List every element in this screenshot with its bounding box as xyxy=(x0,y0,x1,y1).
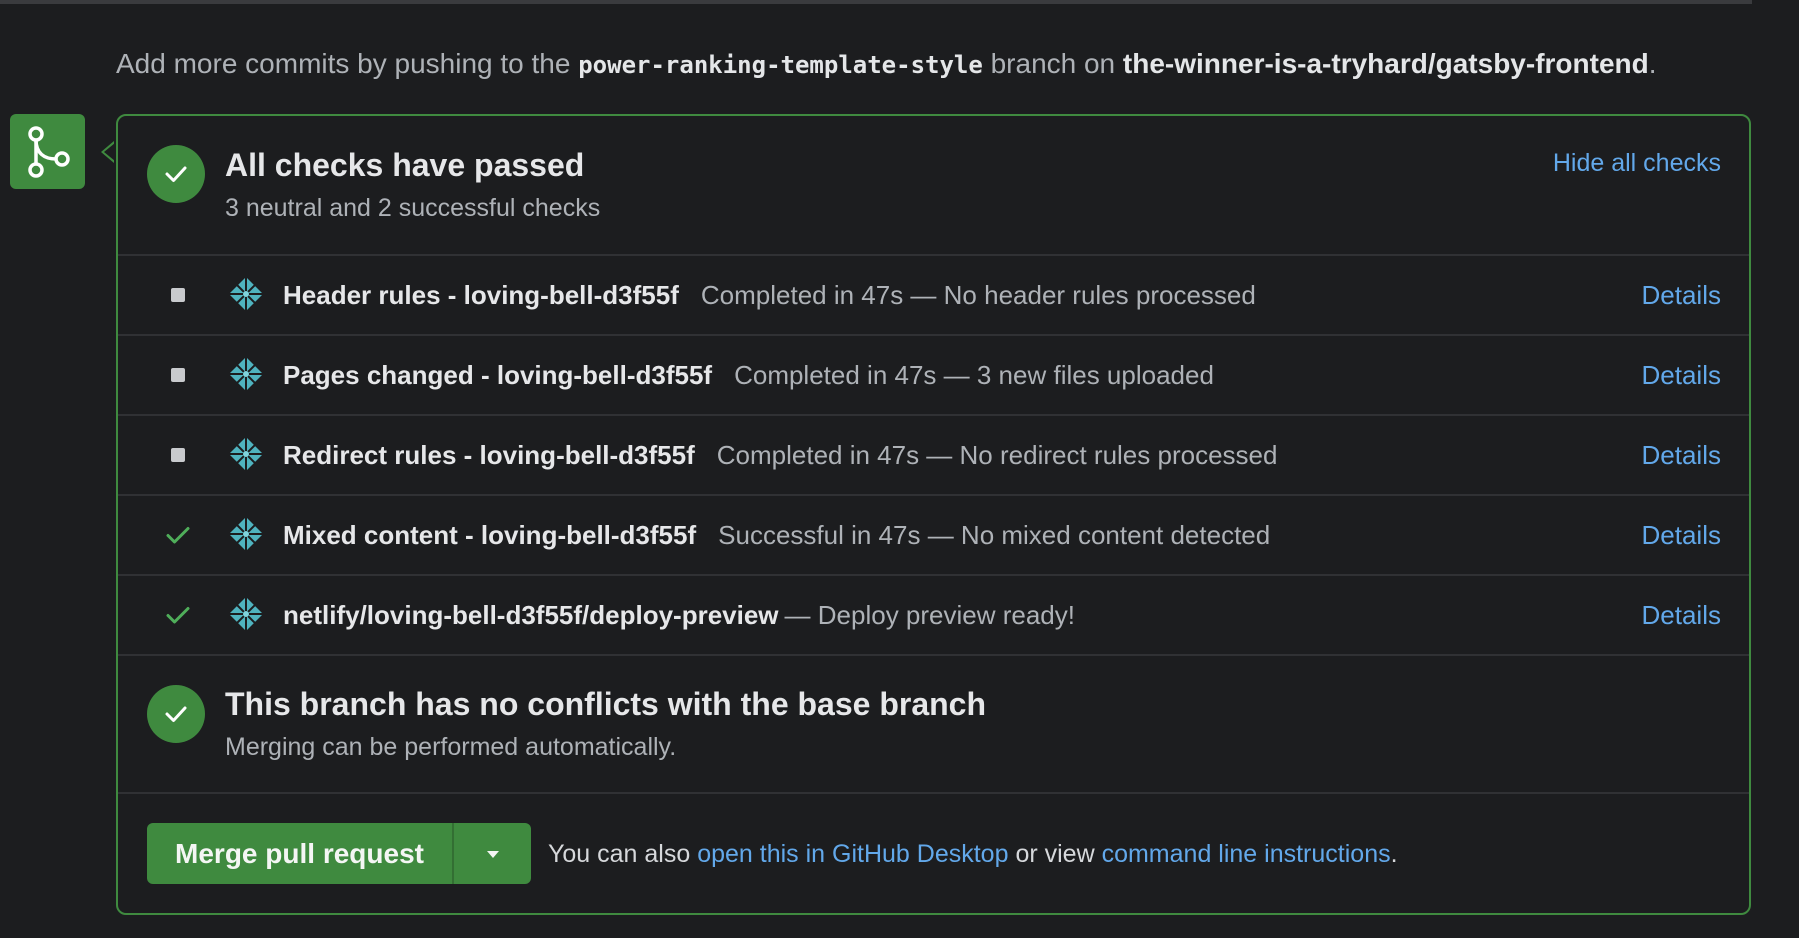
check-description: Successful in 47s — No mixed content det… xyxy=(718,520,1271,550)
checks-summary-subtitle: 3 neutral and 2 successful checks xyxy=(225,194,601,222)
details-link[interactable]: Details xyxy=(1642,597,1721,633)
check-row: Pages changed - loving-bell-d3f55f Comple… xyxy=(118,336,1749,414)
check-icon xyxy=(164,521,192,549)
top-divider xyxy=(0,0,1752,4)
details-link[interactable]: Details xyxy=(1642,357,1721,393)
square-neutral-icon xyxy=(164,361,192,389)
git-merge-icon xyxy=(10,114,85,189)
conflicts-status: This branch has no conflicts with the ba… xyxy=(118,656,1749,792)
intro-suffix: . xyxy=(1648,48,1657,79)
check-name: netlify/loving-bell-d3f55f/deploy-previe… xyxy=(283,600,779,630)
merge-button-group: Merge pull request xyxy=(147,823,531,884)
check-icon xyxy=(164,601,192,629)
command-line-instructions-link[interactable]: command line instructions xyxy=(1102,840,1391,868)
merge-options-dropdown[interactable] xyxy=(454,823,531,884)
check-circle-icon xyxy=(147,685,205,743)
push-commits-hint: Add more commits by pushing to the power… xyxy=(116,44,1657,85)
square-neutral-icon xyxy=(164,281,192,309)
merge-status-panel: All checks have passed 3 neutral and 2 s… xyxy=(116,114,1751,915)
check-name: Pages changed - loving-bell-d3f55f xyxy=(283,360,713,390)
netlify-logo-icon xyxy=(229,357,263,391)
check-description: Completed in 47s — 3 new files uploaded xyxy=(734,360,1214,390)
merge-actions: Merge pull request You can also open thi… xyxy=(118,794,1749,913)
check-row: Header rules - loving-bell-d3f55f Complet… xyxy=(118,256,1749,334)
conflicts-subtitle: Merging can be performed automatically. xyxy=(225,733,677,761)
repo-name: the-winner-is-a-tryhard/gatsby-frontend xyxy=(1122,48,1649,79)
intro-prefix: Add more commits by pushing to the xyxy=(116,48,571,79)
checks-summary-title: All checks have passed xyxy=(225,147,585,183)
check-row: Redirect rules - loving-bell-d3f55f Compl… xyxy=(118,416,1749,494)
netlify-logo-icon xyxy=(229,277,263,311)
details-link[interactable]: Details xyxy=(1642,517,1721,553)
merge-pull-request-button[interactable]: Merge pull request xyxy=(147,823,452,884)
also-suffix: . xyxy=(1390,840,1398,868)
hide-all-checks-link[interactable]: Hide all checks xyxy=(1553,149,1721,178)
timeline-pointer-inner xyxy=(104,143,115,161)
square-neutral-icon xyxy=(164,441,192,469)
check-row-text: Redirect rules - loving-bell-d3f55f Compl… xyxy=(283,437,1277,473)
check-description: Completed in 47s — No header rules proce… xyxy=(700,280,1256,310)
check-description: — Deploy preview ready! xyxy=(784,600,1075,630)
check-name: Mixed content - loving-bell-d3f55f xyxy=(283,520,697,550)
conflicts-title: This branch has no conflicts with the ba… xyxy=(225,686,987,722)
check-row: netlify/loving-bell-d3f55f/deploy-previe… xyxy=(118,576,1749,654)
merge-box-container: Add more commits by pushing to the power… xyxy=(0,0,1799,938)
check-name: Header rules - loving-bell-d3f55f xyxy=(283,280,679,310)
also-prefix: You can also xyxy=(548,840,691,868)
github-desktop-link[interactable]: open this in GitHub Desktop xyxy=(697,840,1008,868)
check-row-text: Mixed content - loving-bell-d3f55f Succes… xyxy=(283,517,1270,553)
branch-name: power-ranking-template-style xyxy=(578,51,983,79)
intro-middle: branch on xyxy=(990,48,1116,79)
netlify-logo-icon xyxy=(229,517,263,551)
check-row-text: netlify/loving-bell-d3f55f/deploy-previe… xyxy=(283,597,1075,633)
check-description: Completed in 47s — No redirect rules pro… xyxy=(716,440,1278,470)
merge-alternatives-text: You can also open this in GitHub Desktop… xyxy=(548,836,1398,872)
check-row-text: Pages changed - loving-bell-d3f55f Comple… xyxy=(283,357,1214,393)
also-middle: or view xyxy=(1015,840,1095,868)
checks-summary: All checks have passed 3 neutral and 2 s… xyxy=(118,116,1749,254)
check-name: Redirect rules - loving-bell-d3f55f xyxy=(283,440,695,470)
check-row: Mixed content - loving-bell-d3f55f Succes… xyxy=(118,496,1749,574)
netlify-logo-icon xyxy=(229,437,263,471)
check-row-text: Header rules - loving-bell-d3f55f Complet… xyxy=(283,277,1256,313)
check-circle-icon xyxy=(147,145,205,203)
details-link[interactable]: Details xyxy=(1642,277,1721,313)
details-link[interactable]: Details xyxy=(1642,437,1721,473)
triangle-down-icon xyxy=(486,850,499,858)
netlify-logo-icon xyxy=(229,597,263,631)
